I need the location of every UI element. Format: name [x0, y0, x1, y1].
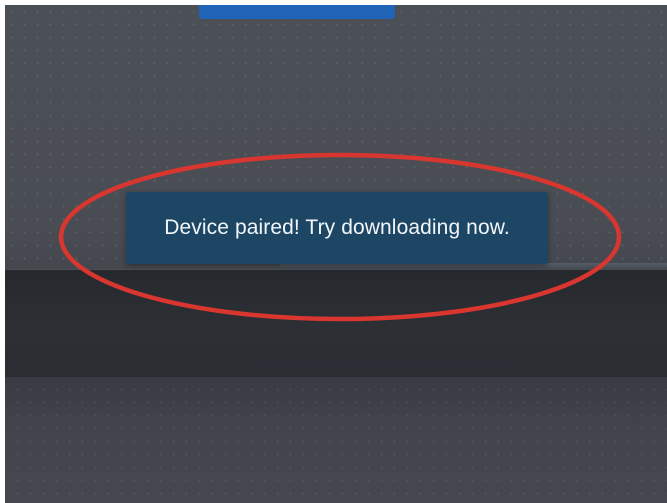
toast-message: Device paired! Try downloading now. — [164, 216, 510, 239]
toast-notification: Device paired! Try downloading now. — [126, 192, 548, 264]
content-panel — [5, 270, 667, 377]
primary-action-button[interactable] — [199, 5, 395, 19]
app-screen: Device paired! Try downloading now. — [5, 5, 667, 503]
lower-panel — [5, 377, 667, 503]
panel-divider — [280, 263, 667, 270]
